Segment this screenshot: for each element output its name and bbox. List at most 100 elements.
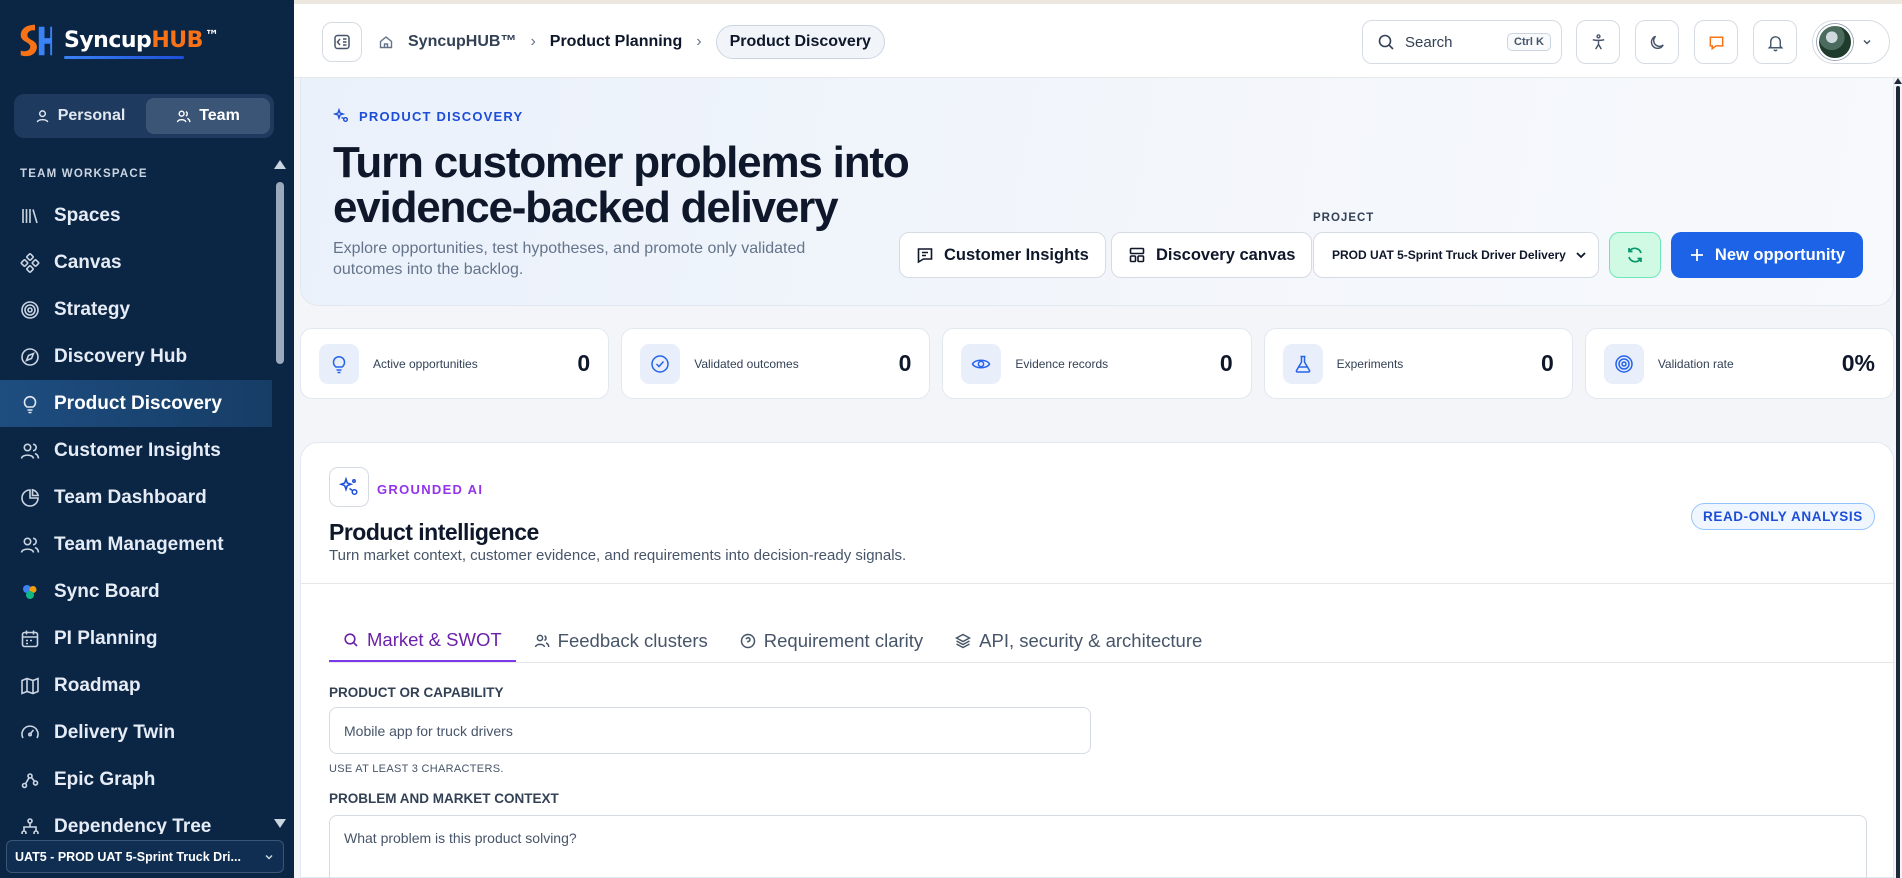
chevron-down-icon [265,854,273,860]
search-label: Search [1405,33,1453,51]
refresh-icon [1628,247,1642,263]
sidebar-item-customer-insights[interactable]: Customer Insights [0,427,272,474]
status-badge: READ-ONLY ANALYSIS [1691,503,1875,530]
moon-icon [1650,35,1664,49]
target-icon [1615,354,1633,373]
search-button[interactable]: Search Ctrl K [1362,20,1562,64]
tab-requirement-clarity[interactable]: Requirement clarity [726,619,937,663]
user-group-icon [20,536,40,553]
sidebar-item-label: Discovery Hub [54,345,188,367]
breadcrumb-item-root[interactable]: SyncupHUB™ [408,33,516,51]
search-icon [1378,34,1394,50]
product-field-label: PRODUCT OR CAPABILITY [329,685,504,700]
stat-card-active-opportunities: Active opportunities 0 [300,328,610,399]
sidebar-item-delivery-twin[interactable]: Delivery Twin [0,709,272,756]
home-icon[interactable] [378,34,394,50]
user-icon [36,109,49,122]
personal-toggle-label: Personal [57,107,126,124]
layers-icon [955,633,972,649]
stat-icon-wrap [1282,343,1323,384]
chat-button[interactable] [1694,20,1738,64]
sidebar-item-label: Strategy [54,298,131,320]
stat-icon-wrap [1603,343,1644,384]
search-icon [344,632,358,647]
chat-icon [1709,36,1723,50]
sidebar-item-discovery-hub[interactable]: Discovery Hub [0,333,272,380]
sidebar-item-sync-board[interactable]: Sync Board [0,568,272,615]
tab-market-swot[interactable]: Market & SWOT [329,619,516,663]
breadcrumb-item-product-planning[interactable]: Product Planning [550,33,682,51]
scroll-down-arrow-icon[interactable] [274,819,286,828]
stat-label: Validation rate [1657,356,1734,371]
sidebar-scrollbar[interactable] [274,160,286,828]
sidebar-item-product-discovery[interactable]: Product Discovery [0,380,272,427]
project-switcher[interactable]: UAT5 - PROD UAT 5-Sprint Truck Dri... [6,840,284,873]
user-menu-button[interactable] [1812,20,1890,64]
ai-icon-wrap [329,467,369,507]
product-field-hint: USE AT LEAST 3 CHARACTERS. [329,763,504,775]
stats-row: Active opportunities 0 Validated outcome… [300,328,1895,399]
sidebar-item-label: Customer Insights [54,439,221,461]
scroll-up-arrow-icon[interactable] [1894,78,1902,84]
project-select[interactable]: PROD UAT 5-Sprint Truck Driver Delivery [1313,232,1599,278]
stat-label: Experiments [1336,356,1404,371]
sidebar-item-canvas[interactable]: Canvas [0,239,272,286]
tab-feedback-clusters[interactable]: Feedback clusters [520,619,722,663]
collapse-sidebar-button[interactable] [322,22,362,62]
main-scroll-thumb[interactable] [1896,86,1900,878]
brand[interactable]: SyncupHUB ™ [16,18,219,62]
graph-icon [21,772,39,788]
lightbulb-icon [332,355,346,373]
chevron-down-icon [1863,39,1871,45]
product-input[interactable]: Mobile app for truck drivers [329,707,1091,754]
theme-toggle-button[interactable] [1635,20,1679,64]
sidebar-item-roadmap[interactable]: Roadmap [0,662,272,709]
lightbulb-icon [23,395,37,413]
top-bar: SyncupHUB™ › Product Planning › Product … [294,4,1902,78]
stat-label: Validated outcomes [694,356,799,371]
sidebar-item-team-dashboard[interactable]: Team Dashboard [0,474,272,521]
brand-name: SyncupHUB ™ [64,27,219,59]
notifications-button[interactable] [1753,20,1797,64]
main-scrollbar[interactable] [1894,78,1902,878]
sidebar-item-dependency-tree[interactable]: Dependency Tree [0,803,272,834]
sidebar-item-team-management[interactable]: Team Management [0,521,272,568]
customer-insights-button[interactable]: Customer Insights [899,232,1106,278]
tab-api-security-architecture[interactable]: API, security & architecture [941,619,1216,663]
personal-toggle-button[interactable]: Personal [18,98,142,134]
flask-icon [1295,355,1310,373]
chevron-down-icon [1576,252,1586,259]
sidebar-item-spaces[interactable]: Spaces [0,192,272,239]
sparkle-network-icon [333,108,348,122]
pie-chart-icon [21,488,40,507]
sparkle-network-icon [338,476,358,496]
hero-section: PRODUCT DISCOVERY Turn customer problems… [300,78,1894,306]
refresh-button[interactable] [1609,232,1661,278]
accessibility-button[interactable] [1576,20,1620,64]
problem-textarea[interactable]: What problem is this product solving? [329,815,1867,878]
bell-icon [1767,35,1783,51]
users-icon [176,110,191,122]
sidebar-item-strategy[interactable]: Strategy [0,286,272,333]
sidebar-item-epic-graph[interactable]: Epic Graph [0,756,272,803]
team-toggle-button[interactable]: Team [146,98,270,134]
breadcrumb-item-current[interactable]: Product Discovery [715,25,885,59]
tabs-divider [329,662,1895,663]
discovery-canvas-label: Discovery canvas [1156,245,1296,264]
avatar [1817,24,1853,60]
sidebar-item-pi-planning[interactable]: PI Planning [0,615,272,662]
users-icon [20,442,40,459]
search-shortcut: Ctrl K [1507,33,1551,51]
hero-eyebrow: PRODUCT DISCOVERY [333,108,523,124]
team-toggle-label: Team [199,107,240,124]
new-opportunity-button[interactable]: New opportunity [1671,232,1863,278]
discovery-canvas-button[interactable]: Discovery canvas [1111,232,1313,278]
sidebar-scroll-thumb[interactable] [276,182,284,364]
compass-icon [21,347,39,366]
sidebar-collapse-icon [334,34,350,50]
target-icon [21,300,39,319]
brand-logo-icon [20,24,53,57]
stat-value: 0 [1219,350,1233,376]
help-circle-icon [740,633,756,649]
scroll-up-arrow-icon[interactable] [274,160,286,169]
